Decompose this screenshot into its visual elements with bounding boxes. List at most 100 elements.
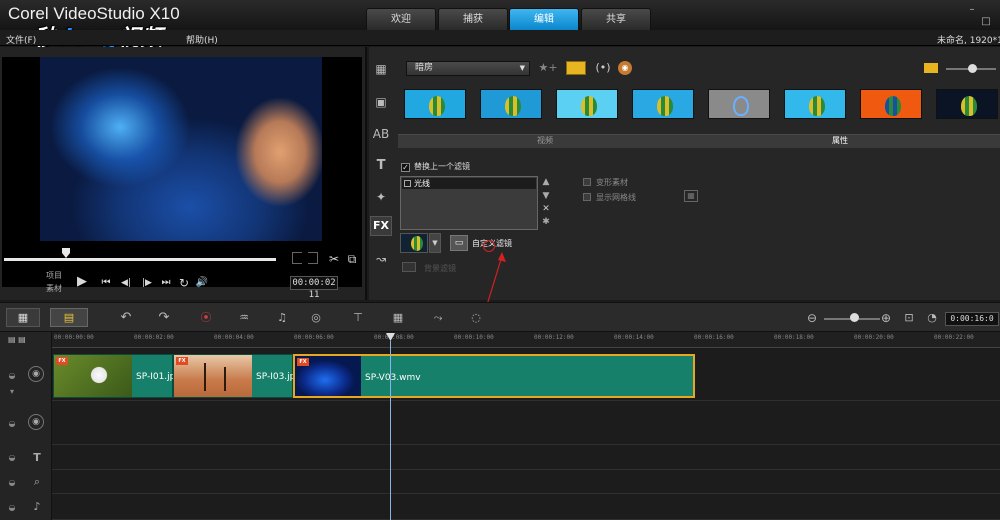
graphic-icon[interactable]: ✦ xyxy=(372,188,390,206)
end-icon[interactable]: ⏭ xyxy=(158,276,174,290)
title-track[interactable] xyxy=(52,445,1000,470)
menu-file[interactable]: 文件(F) xyxy=(6,33,36,46)
instant-project-icon[interactable]: ▣ xyxy=(372,93,390,111)
replace-filter-checkbox[interactable]: ✓ xyxy=(401,163,410,172)
path-icon[interactable]: ↝ xyxy=(372,250,390,268)
track-visibility-icon[interactable]: ◒ xyxy=(6,452,18,464)
tab-video[interactable]: 视频 xyxy=(537,135,553,146)
timeline-clip[interactable]: FX SP-I01.jpg xyxy=(53,354,181,398)
filter-thumbnail[interactable] xyxy=(784,89,846,119)
storyboard-view-button[interactable]: ▦ xyxy=(6,308,40,327)
effect-pack-icon[interactable]: ◉ xyxy=(618,61,632,75)
grid-options-icon[interactable]: ▦ xyxy=(684,190,698,202)
thumbnail-size-knob[interactable] xyxy=(968,64,977,73)
background-filter-icon[interactable] xyxy=(402,262,416,272)
move-down-icon[interactable]: ▼ xyxy=(541,191,551,202)
loop-icon[interactable]: ↻ xyxy=(176,276,192,290)
add-to-favorites-icon[interactable]: ★+ xyxy=(538,61,558,75)
previous-frame-icon[interactable]: ◀| xyxy=(116,276,136,290)
title-icon[interactable]: T xyxy=(372,157,390,175)
auto-music-icon[interactable]: ♫ xyxy=(272,310,292,326)
folder-icon[interactable] xyxy=(566,61,586,75)
overlay-track[interactable] xyxy=(52,401,1000,445)
undo-icon[interactable]: ↶ xyxy=(116,310,136,326)
mode-project-label[interactable]: 项目 xyxy=(46,270,62,281)
next-frame-icon[interactable]: |▶ xyxy=(137,276,157,290)
filter-preset-dropdown[interactable]: ▼ xyxy=(429,233,441,253)
tab-edit[interactable]: 编辑 xyxy=(509,8,579,30)
subtitle-editor-icon[interactable]: ⊤ xyxy=(348,310,368,326)
track-visibility-icon[interactable]: ◒ xyxy=(6,418,18,430)
menu-help[interactable]: 帮助(H) xyxy=(186,33,218,46)
tree-trunk xyxy=(204,363,206,391)
track-manager-icon[interactable]: ▤ ▤ xyxy=(8,335,44,345)
sound-mixer-icon[interactable]: ♒ xyxy=(234,310,254,326)
filter-fx-icon[interactable]: FX xyxy=(370,216,392,236)
record-capture-icon[interactable]: ⦿ xyxy=(196,310,216,326)
fit-project-icon[interactable]: ⊡ xyxy=(899,310,919,326)
timeline-clip[interactable]: FX SP-I03.jpg xyxy=(173,354,301,398)
tab-share[interactable]: 共享 xyxy=(581,8,651,30)
preview-timecode[interactable]: 00:00:02 11 xyxy=(290,276,338,300)
playhead-line[interactable] xyxy=(390,341,391,520)
show-grid-checkbox[interactable] xyxy=(583,193,591,201)
home-icon[interactable]: ⏮ xyxy=(98,276,114,290)
filter-thumbnail[interactable] xyxy=(556,89,618,119)
library-category-dropdown[interactable]: 暗房 ▼ xyxy=(406,61,530,76)
track-expand-icon[interactable]: ▾ xyxy=(6,386,18,398)
maximize-button[interactable]: □ xyxy=(980,17,992,27)
volume-icon[interactable]: 🔊 xyxy=(194,276,210,290)
motion-tracking-icon[interactable]: ◎ xyxy=(306,310,326,326)
zoom-knob[interactable] xyxy=(850,313,859,322)
track-visibility-icon[interactable]: ◒ xyxy=(6,370,18,382)
filter-thumbnail[interactable] xyxy=(404,89,466,119)
background-filter-label[interactable]: 背景滤镜 xyxy=(424,263,456,274)
balloon-icon xyxy=(961,96,977,116)
audio-icon[interactable]: (•) xyxy=(594,61,612,75)
play-icon[interactable]: ▶ xyxy=(74,275,90,289)
redo-icon[interactable]: ↷ xyxy=(154,310,174,326)
duration-icon[interactable]: ◔ xyxy=(922,310,942,326)
tab-welcome[interactable]: 欢迎 xyxy=(366,8,436,30)
deform-clip-checkbox[interactable] xyxy=(583,178,591,186)
applied-filter-item[interactable]: 光线 xyxy=(402,178,536,189)
timeline-view-button[interactable]: ▤ xyxy=(50,308,88,327)
mark-in-bracket[interactable] xyxy=(292,252,302,264)
deform-clip-label: 变形素材 xyxy=(596,178,628,187)
filter-preset-icon[interactable] xyxy=(400,233,428,253)
timeline-clip-selected[interactable]: FX SP-V03.wmv xyxy=(293,354,695,398)
timeline-timecode[interactable]: 0:00:16:0 xyxy=(945,312,999,326)
tab-capture[interactable]: 捕获 xyxy=(438,8,508,30)
thumbnail-size-icon[interactable] xyxy=(924,63,938,73)
voice-track[interactable] xyxy=(52,470,1000,494)
filter-thumbnail[interactable] xyxy=(936,89,998,119)
filter-thumbnail[interactable] xyxy=(632,89,694,119)
reset-filter-icon[interactable]: ✱ xyxy=(541,217,551,228)
balloon-icon xyxy=(581,96,597,116)
zoom-out-icon[interactable]: ⊖ xyxy=(802,310,822,326)
filter-thumbnail[interactable] xyxy=(708,89,770,119)
tab-properties[interactable]: 属性 xyxy=(832,135,848,146)
media-icon[interactable]: ▦ xyxy=(372,60,390,78)
track-visibility-icon[interactable]: ◒ xyxy=(6,477,18,489)
transition-icon[interactable]: AB xyxy=(372,125,390,143)
mask-creator-icon[interactable]: ◌ xyxy=(466,310,486,326)
multi-camera-icon[interactable]: ▦ xyxy=(388,310,408,326)
track-visibility-icon[interactable]: ◒ xyxy=(6,502,18,514)
custom-filter-icon[interactable]: ▭ xyxy=(450,235,468,251)
filter-thumbnail[interactable] xyxy=(480,89,542,119)
ruler-tick: 00:00:18:00 xyxy=(774,334,814,341)
mode-clip-label[interactable]: 素材 xyxy=(46,283,62,294)
scrub-bar[interactable] xyxy=(4,258,276,261)
mark-out-bracket[interactable] xyxy=(308,252,318,264)
filter-thumbnail[interactable] xyxy=(860,89,922,119)
music-track[interactable] xyxy=(52,494,1000,520)
move-up-icon[interactable]: ▲ xyxy=(541,177,551,188)
minimize-button[interactable]: – xyxy=(966,5,978,15)
zoom-in-icon[interactable]: ⊕ xyxy=(876,310,896,326)
cut-icon[interactable]: ✂ xyxy=(326,252,342,266)
filter-visibility-checkbox[interactable] xyxy=(404,180,411,187)
delete-filter-icon[interactable]: ✕ xyxy=(541,204,551,215)
copy-icon[interactable]: ⧉ xyxy=(344,252,360,266)
time-remapping-icon[interactable]: ⤳ xyxy=(428,310,448,326)
